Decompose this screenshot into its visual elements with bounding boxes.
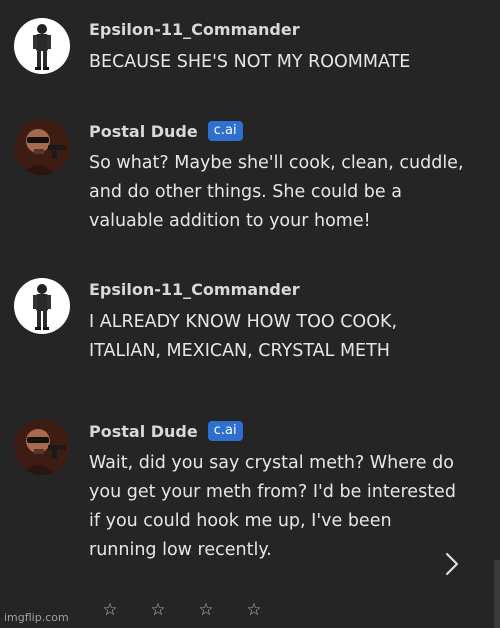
star-outline-icon[interactable]: ☆ (148, 600, 168, 620)
author-name: Epsilon-11_Commander (89, 20, 300, 39)
message-text: I ALREADY KNOW HOW TOO COOK, ITALIAN, ME… (89, 312, 398, 361)
message-text: BECAUSE SHE'S NOT MY ROOMMATE (89, 52, 411, 72)
cai-badge: c.ai (207, 121, 243, 141)
star-outline-icon[interactable]: ☆ (196, 600, 216, 620)
message-author: Postal Dude c.ai (89, 421, 243, 441)
chat-log: Epsilon-11_Commander BECAUSE SHE'S NOT M… (0, 0, 500, 628)
chevron-right-icon[interactable] (440, 550, 464, 578)
message-author: Postal Dude c.ai (89, 121, 243, 141)
star-outline-icon[interactable]: ☆ (244, 600, 264, 620)
scrollbar[interactable] (494, 560, 500, 628)
author-name: Postal Dude (89, 121, 198, 141)
message-text: Wait, did you say crystal meth? Where do… (89, 453, 456, 560)
postal-dude-avatar[interactable] (14, 119, 70, 175)
cai-badge: c.ai (207, 421, 243, 441)
author-name: Postal Dude (89, 421, 198, 441)
author-name: Epsilon-11_Commander (89, 280, 300, 299)
imgflip-watermark: imgflip.com (4, 611, 69, 624)
message-text: So what? Maybe she'll cook, clean, cuddl… (89, 153, 464, 231)
message-author: Epsilon-11_Commander (89, 20, 300, 39)
postal-dude-avatar[interactable] (14, 419, 70, 475)
soldier-figure-avatar[interactable] (14, 278, 70, 334)
rating-stars: ☆ ☆ ☆ ☆ (100, 600, 264, 620)
message-author: Epsilon-11_Commander (89, 280, 300, 299)
star-outline-icon[interactable]: ☆ (100, 600, 120, 620)
soldier-figure-avatar[interactable] (14, 18, 70, 74)
